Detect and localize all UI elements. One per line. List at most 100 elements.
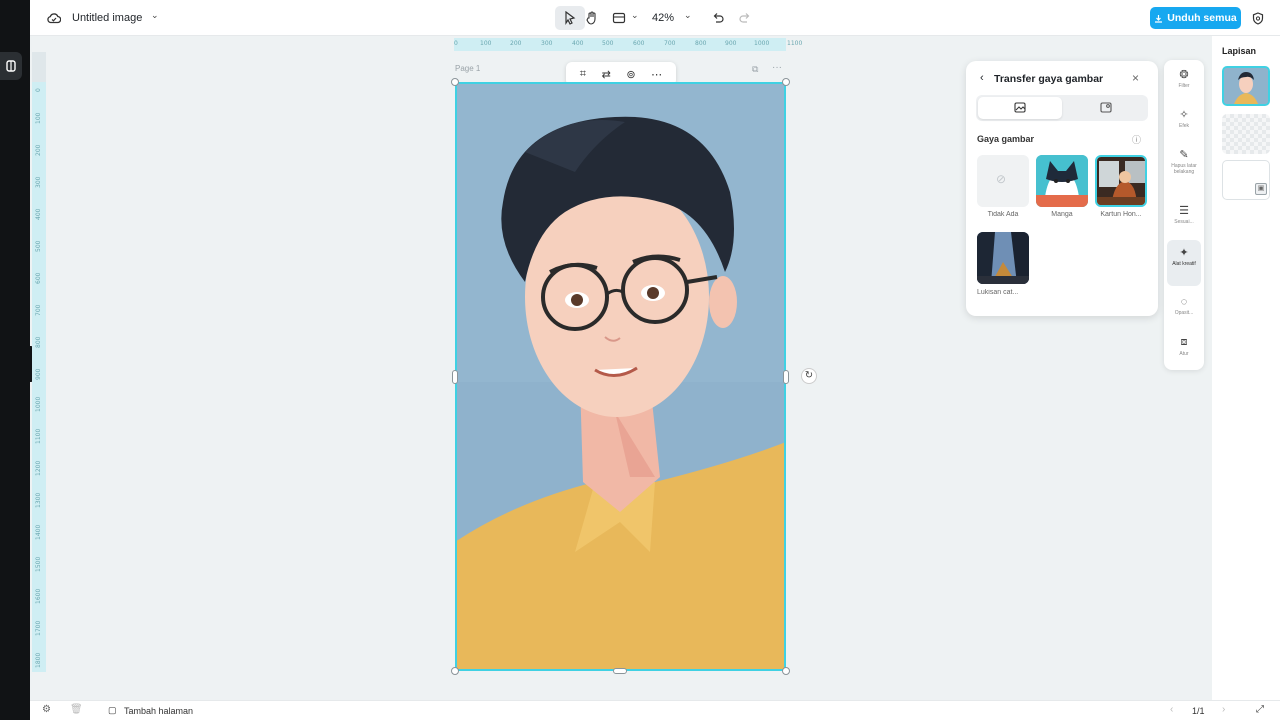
more-actions-icon[interactable]: ⋯ <box>651 68 662 81</box>
tool-filter[interactable]: ❂ Filter <box>1167 68 1201 89</box>
zoom-level[interactable]: 42% <box>652 12 674 24</box>
duplicate-page-icon[interactable]: ⧉ <box>752 64 758 75</box>
resize-handle[interactable] <box>782 667 790 675</box>
back-icon[interactable]: ‹ <box>980 72 984 84</box>
replace-image-icon[interactable]: ⊚ <box>626 68 635 81</box>
add-page-button[interactable]: Tambah halaman <box>124 706 193 716</box>
cloud-save-icon[interactable] <box>44 8 64 28</box>
settings-icon[interactable]: ⚙ <box>42 704 51 715</box>
ruler-tick: 500 <box>35 240 42 252</box>
style-option-none[interactable]: ⊘ <box>977 155 1029 207</box>
resize-handle[interactable] <box>452 370 458 384</box>
top-toolbar: Untitled image ⌄ ⌄ 42% ⌄ Unduh semua <box>30 0 1280 36</box>
ruler-tick: 100 <box>480 40 492 47</box>
tool-arrange[interactable]: ⧈ Atur <box>1167 336 1201 357</box>
layer-thumbnail-transparent[interactable] <box>1222 114 1270 154</box>
reference-style-icon <box>1100 102 1112 113</box>
resize-handle[interactable] <box>451 667 459 675</box>
image-style-icon <box>1014 102 1026 113</box>
tool-opacity[interactable]: ◌ Opasit... <box>1167 296 1201 316</box>
style-label: Tidak Ada <box>987 211 1019 218</box>
ruler-tick: 1700 <box>35 620 42 636</box>
chevron-down-icon[interactable]: ⌄ <box>684 10 692 21</box>
shield-icon[interactable] <box>1248 8 1268 28</box>
magic-wand-icon: ✦ <box>1179 247 1189 259</box>
prev-page-icon[interactable]: ‹ <box>1170 704 1173 715</box>
eraser-icon: ✎ <box>1179 149 1189 161</box>
close-icon[interactable]: × <box>1132 71 1139 85</box>
tool-creative[interactable]: ✦ Alat kreatif <box>1167 240 1201 286</box>
add-page-icon[interactable]: ▢ <box>108 705 117 716</box>
vertical-ruler-top <box>32 52 46 82</box>
portrait-illustration <box>457 84 784 669</box>
chevron-down-icon[interactable]: ⌄ <box>151 10 159 21</box>
effects-icon: ✧ <box>1179 109 1189 121</box>
style-option-hongkong-cartoon[interactable] <box>1095 155 1147 207</box>
style-label: Manga <box>1051 211 1073 218</box>
download-icon <box>1155 14 1163 23</box>
info-icon[interactable]: ⓘ <box>1132 133 1141 146</box>
document-title[interactable]: Untitled image <box>72 12 142 24</box>
ruler-tick: 900 <box>35 368 42 380</box>
ruler-tick: 400 <box>572 40 584 47</box>
resize-handle[interactable] <box>782 78 790 86</box>
ruler-tick: 200 <box>510 40 522 47</box>
panel-icon <box>6 60 16 72</box>
canvas-image[interactable] <box>455 82 786 671</box>
manga-cat-thumbnail <box>1036 155 1088 207</box>
filter-icon: ❂ <box>1179 69 1189 81</box>
ruler-tick: 1000 <box>35 396 42 412</box>
undo-icon[interactable] <box>708 8 728 28</box>
portrait-thumbnail <box>1224 68 1268 104</box>
tool-label: Opasit... <box>1174 310 1194 316</box>
horizontal-ruler: 0 100 200 300 400 500 600 700 800 900 10… <box>454 38 786 51</box>
ruler-tick: 400 <box>35 208 42 220</box>
vertical-ruler: 0 100 200 300 400 500 600 700 800 900 10… <box>32 82 46 672</box>
crop-icon[interactable]: ⌗ <box>580 68 586 81</box>
next-page-icon[interactable]: › <box>1222 704 1225 715</box>
page-counter: 1/1 <box>1192 706 1205 716</box>
layer-thumbnail-background[interactable]: ▣ <box>1222 160 1270 200</box>
trash-icon[interactable]: 🗑 <box>70 704 83 715</box>
ruler-tick: 900 <box>725 40 737 47</box>
tool-remove-background[interactable]: ✎ Hapus latar belakang <box>1167 148 1201 175</box>
tool-label: Hapus latar belakang <box>1171 163 1197 175</box>
ruler-tick: 100 <box>35 112 42 124</box>
download-all-button[interactable]: Unduh semua <box>1150 7 1241 29</box>
chevron-down-icon[interactable]: ⌄ <box>631 10 639 21</box>
tool-label: Sesuai... <box>1174 219 1194 225</box>
cartoon-thumbnail <box>1097 157 1145 205</box>
style-option-manga[interactable] <box>1036 155 1088 207</box>
expand-icon[interactable]: ⤢ <box>1256 704 1264 715</box>
rotate-icon[interactable]: ↻ <box>801 368 817 384</box>
ruler-tick: 1100 <box>35 428 42 444</box>
arrange-icon: ⧈ <box>1180 336 1188 348</box>
tool-efek[interactable]: ✧ Efek <box>1167 108 1201 129</box>
redo-icon[interactable] <box>735 8 755 28</box>
tool-adjust[interactable]: ☰ Sesuai... <box>1167 204 1201 225</box>
frame-size-icon[interactable] <box>609 8 629 28</box>
more-options-icon[interactable]: ··· <box>772 62 782 73</box>
ruler-tick: 1300 <box>35 492 42 508</box>
tab-reference-style[interactable] <box>1064 97 1146 119</box>
edit-tools-column: ❂ Filter ✧ Efek ✎ Hapus latar belakang ☰ Ses… <box>1164 60 1204 370</box>
select-tool-button[interactable] <box>555 6 585 30</box>
resize-handle[interactable] <box>783 370 789 384</box>
ruler-tick: 1600 <box>35 588 42 604</box>
tab-image-style[interactable] <box>978 97 1062 119</box>
layer-thumbnail-portrait[interactable] <box>1222 66 1270 106</box>
tool-label: Alat kreatif <box>1172 261 1196 267</box>
style-option-painting[interactable] <box>977 232 1029 284</box>
panel-title: Transfer gaya gambar <box>994 73 1104 85</box>
left-sidebar <box>0 0 34 720</box>
page-label[interactable]: Page 1 <box>455 64 480 73</box>
flip-icon[interactable]: ⇄ <box>602 68 611 81</box>
ruler-tick: 1400 <box>35 524 42 540</box>
resize-handle[interactable] <box>451 78 459 86</box>
panel-toggle-button[interactable] <box>0 52 22 80</box>
ruler-tick: 700 <box>664 40 676 47</box>
ruler-tick: 800 <box>695 40 707 47</box>
resize-handle[interactable] <box>613 668 627 674</box>
style-label: Kartun Hon... <box>1100 211 1142 218</box>
hand-tool-icon[interactable] <box>582 8 602 28</box>
